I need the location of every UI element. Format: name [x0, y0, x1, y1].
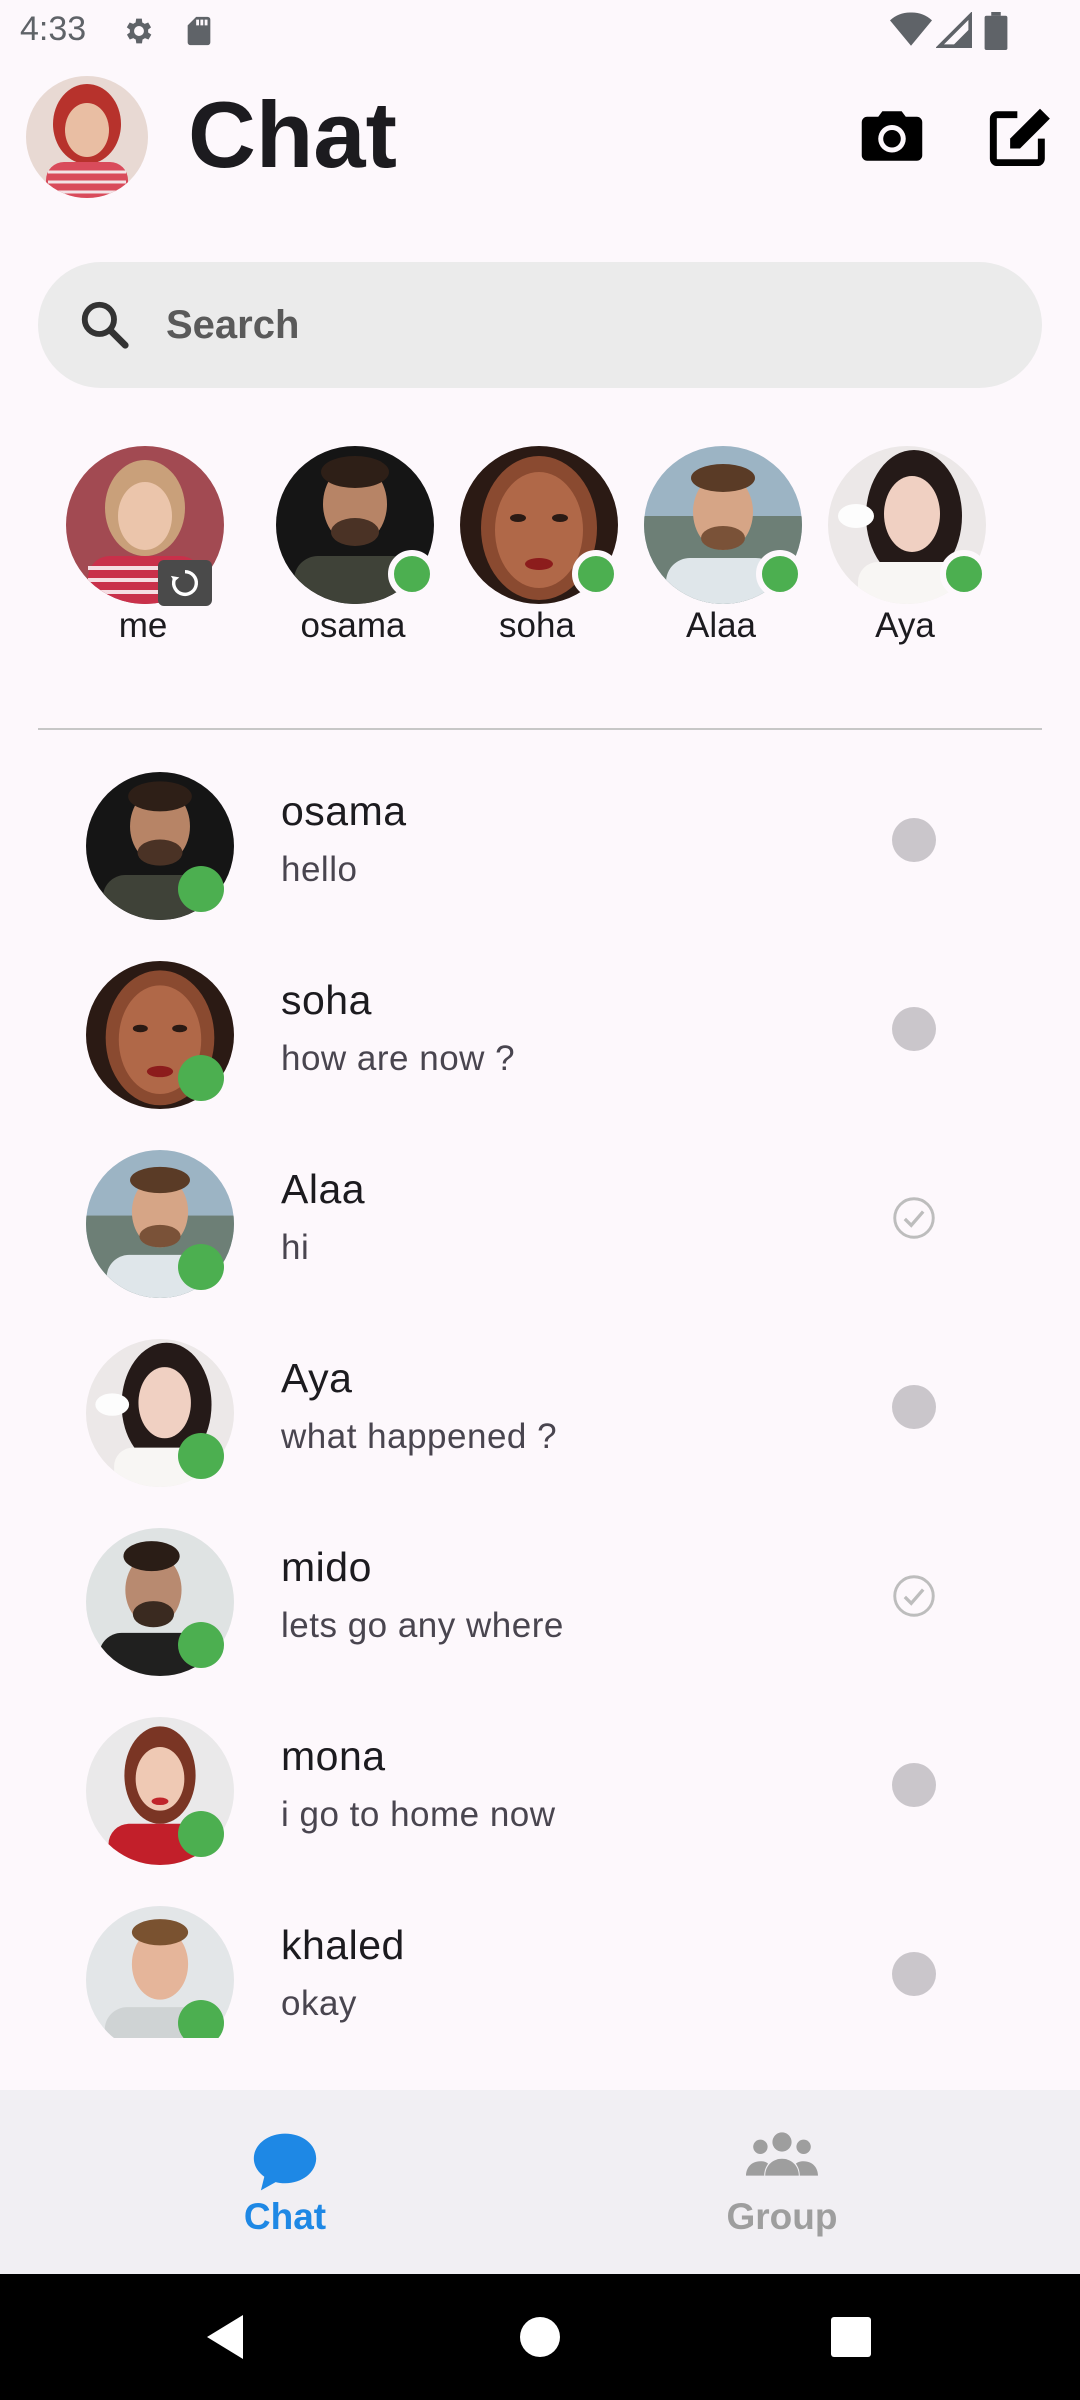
unread-status-icon: [892, 1385, 936, 1429]
story-osama[interactable]: osama: [268, 444, 438, 654]
online-indicator: [178, 1622, 224, 1668]
status-time: 4:33: [20, 10, 87, 48]
story-name: soha: [499, 606, 575, 645]
online-indicator: [572, 550, 620, 598]
battery-icon: [984, 12, 1008, 50]
unread-status-icon: [892, 1007, 936, 1051]
chat-item-soha[interactable]: soha how are now ?: [0, 951, 1080, 1140]
nav-label-group: Group: [726, 2196, 838, 2237]
contact-name: osama: [281, 788, 407, 834]
group-icon: [746, 2132, 818, 2176]
story-name: osama: [300, 606, 406, 645]
camera-icon: [861, 111, 923, 161]
signal-icon: [936, 12, 972, 48]
chat-bubble-icon: [253, 2133, 317, 2191]
last-message: what happened ?: [281, 1417, 558, 1456]
wifi-icon: [890, 12, 932, 46]
gear-icon: [126, 18, 152, 44]
last-message: how are now ?: [281, 1039, 516, 1078]
contact-name: mona: [281, 1733, 386, 1779]
unread-status-icon: [892, 1952, 936, 1996]
online-indicator: [756, 550, 804, 598]
system-navigation-bar: [0, 2274, 1080, 2400]
last-message: hello: [281, 850, 358, 889]
chat-item-mona[interactable]: mona i go to home now: [0, 1707, 1080, 1896]
chat-item-mido[interactable]: mido lets go any where: [0, 1518, 1080, 1707]
divider: [38, 728, 1042, 730]
profile-avatar[interactable]: [26, 76, 148, 198]
compose-button[interactable]: [980, 96, 1060, 176]
search-icon: [81, 301, 129, 349]
story-name: me: [118, 606, 168, 645]
online-indicator: [178, 2000, 224, 2038]
status-bar: 4:33: [0, 0, 1080, 64]
chat-item-aya[interactable]: Aya what happened ?: [0, 1329, 1080, 1518]
home-circle-icon: [520, 2317, 560, 2357]
online-indicator: [178, 1811, 224, 1857]
search-input[interactable]: [166, 262, 966, 388]
bottom-navigation: Chat Group: [0, 2090, 1080, 2274]
online-indicator: [178, 1055, 224, 1101]
recents-button[interactable]: [816, 2302, 886, 2372]
nav-label-chat: Chat: [243, 2196, 327, 2237]
add-story-camera-icon[interactable]: [158, 560, 212, 606]
online-indicator: [940, 550, 988, 598]
online-indicator: [178, 866, 224, 912]
recents-square-icon: [831, 2317, 871, 2357]
chat-item-osama[interactable]: osama hello: [0, 762, 1080, 951]
last-message: okay: [281, 1984, 357, 2023]
read-check-icon: [893, 1197, 935, 1239]
story-name: Aya: [875, 606, 935, 645]
back-button[interactable]: [190, 2302, 260, 2372]
camera-button[interactable]: [852, 96, 932, 176]
chat-item-alaa[interactable]: Alaa hi: [0, 1140, 1080, 1329]
camera-rotate-icon: [170, 569, 198, 597]
online-indicator: [178, 1433, 224, 1479]
edit-icon: [989, 108, 1050, 166]
contact-name: Alaa: [281, 1166, 366, 1212]
story-me[interactable]: me: [58, 444, 228, 654]
nav-tab-group[interactable]: Group: [582, 2090, 982, 2274]
nav-tab-chat[interactable]: Chat: [85, 2090, 485, 2274]
home-button[interactable]: [505, 2302, 575, 2372]
unread-status-icon: [892, 818, 936, 862]
page-title: Chat: [188, 82, 397, 187]
story-alaa[interactable]: Alaa: [636, 444, 806, 654]
contact-name: mido: [281, 1544, 372, 1590]
chat-list: osama hello soha how are now ? Alaa hi A…: [0, 762, 1080, 2038]
story-aya[interactable]: Aya: [820, 444, 990, 654]
last-message: i go to home now: [281, 1795, 556, 1834]
unread-status-icon: [892, 1763, 936, 1807]
read-check-icon: [893, 1575, 935, 1617]
back-triangle-icon: [207, 2315, 243, 2359]
contact-name: soha: [281, 977, 372, 1023]
story-name: Alaa: [685, 606, 757, 645]
last-message: lets go any where: [281, 1606, 564, 1645]
profile-photo: [26, 76, 148, 198]
last-message: hi: [281, 1228, 310, 1267]
online-indicator: [388, 550, 436, 598]
search-bar[interactable]: [38, 262, 1042, 388]
chat-item-khaled[interactable]: khaled okay: [0, 1896, 1080, 2038]
contact-name: khaled: [281, 1922, 405, 1968]
sd-card-icon: [187, 16, 211, 46]
contact-name: Aya: [281, 1355, 353, 1401]
story-soha[interactable]: soha: [452, 444, 622, 654]
online-indicator: [178, 1244, 224, 1290]
